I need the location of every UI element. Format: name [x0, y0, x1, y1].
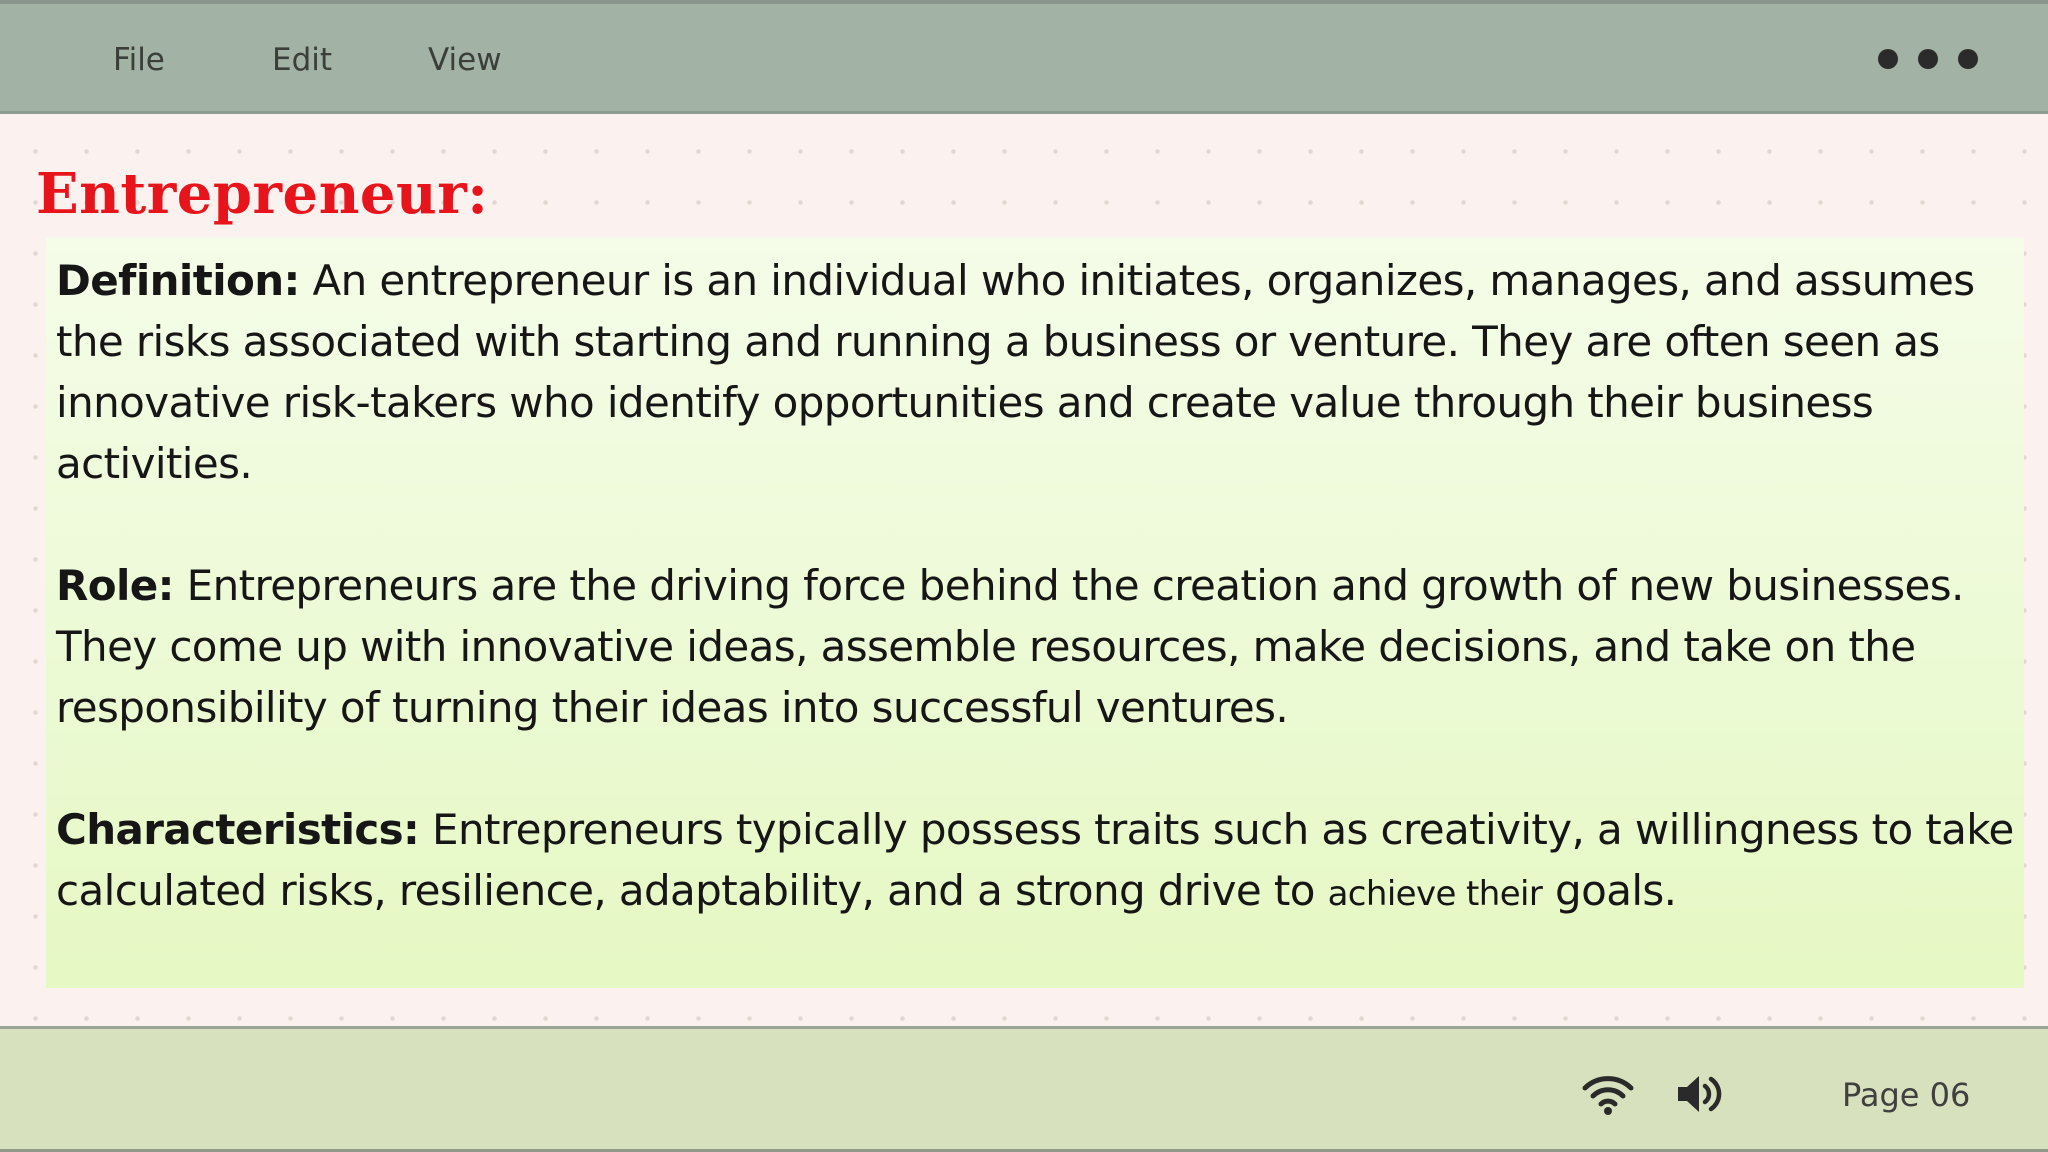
definition-text: An entrepreneur is an individual who ini…: [56, 256, 1975, 488]
more-dot: [1878, 49, 1898, 69]
menu-view[interactable]: View: [428, 42, 502, 78]
role-paragraph: Role: Entrepreneurs are the driving forc…: [56, 555, 2014, 738]
page-indicator: Page 06: [1842, 1076, 1971, 1114]
characteristics-text-end: goals.: [1542, 866, 1677, 915]
definition-paragraph: Definition: An entrepreneur is an indivi…: [56, 250, 2014, 494]
menu-file[interactable]: File: [113, 42, 165, 78]
wifi-icon[interactable]: [1582, 1073, 1634, 1115]
role-text: Entrepreneurs are the driving force behi…: [56, 561, 1964, 732]
menu-edit[interactable]: Edit: [272, 42, 332, 78]
characteristics-label: Characteristics:: [56, 805, 420, 854]
menu-bar: File Edit View: [0, 4, 2048, 114]
characteristics-text-small: achieve their: [1327, 874, 1543, 914]
more-horizontal-icon[interactable]: [1878, 48, 1978, 70]
status-bar: Page 06: [0, 1029, 2048, 1152]
page-title: Entrepreneur:: [36, 161, 489, 227]
volume-icon[interactable]: [1676, 1073, 1726, 1115]
content-panel: Definition: An entrepreneur is an indivi…: [46, 238, 2024, 988]
more-dot: [1918, 49, 1938, 69]
more-dot: [1958, 49, 1978, 69]
characteristics-paragraph: Characteristics: Entrepreneurs typically…: [56, 799, 2014, 925]
document-canvas: Entrepreneur: Definition: An entrepreneu…: [0, 116, 2048, 1028]
definition-label: Definition:: [56, 256, 300, 305]
role-label: Role:: [56, 561, 174, 610]
